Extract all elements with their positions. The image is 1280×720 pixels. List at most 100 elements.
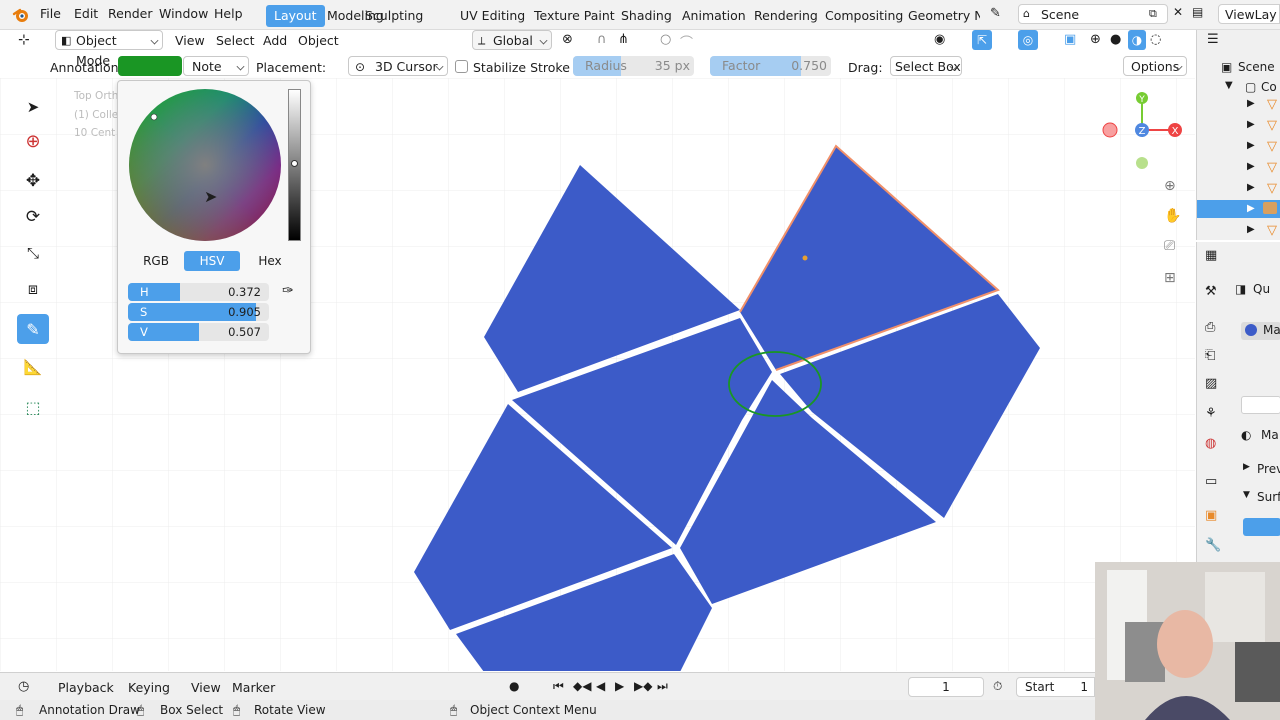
tab-shading[interactable]: Shading bbox=[613, 5, 680, 27]
collection-properties-icon[interactable]: ▭ bbox=[1205, 474, 1217, 489]
falloff-icon[interactable]: ⌒ bbox=[680, 32, 693, 51]
header-menu-view[interactable]: View bbox=[175, 33, 205, 48]
remove-scene-icon[interactable]: ✕ bbox=[1173, 5, 1183, 19]
next-keyframe-icon[interactable]: ▶◆ bbox=[634, 679, 652, 693]
rotate-tool-button[interactable]: ⟳ bbox=[17, 202, 49, 232]
expand-arrow-icon[interactable]: ▶ bbox=[1247, 161, 1255, 172]
tab-animation[interactable]: Animation bbox=[674, 5, 754, 27]
wireframe-shading-icon[interactable]: ⊕ bbox=[1090, 32, 1101, 47]
scene-properties-icon[interactable]: ⚘ bbox=[1205, 406, 1217, 421]
timeline-menu-view[interactable]: View bbox=[191, 680, 221, 695]
tab-layout[interactable]: Layout bbox=[266, 5, 325, 27]
record-icon[interactable]: ● bbox=[509, 679, 519, 693]
tab-rendering[interactable]: Rendering bbox=[746, 5, 826, 27]
expand-arrow-icon[interactable]: ▶ bbox=[1247, 182, 1255, 193]
mesh-object-icon[interactable]: ▽ bbox=[1267, 181, 1277, 196]
expand-arrow-icon[interactable]: ▼ bbox=[1225, 80, 1233, 91]
transform-orientation-dropdown[interactable]: ⟂ Global bbox=[472, 30, 552, 50]
expand-arrow-icon[interactable]: ▶ bbox=[1247, 140, 1255, 151]
mesh-object-icon[interactable]: ▽ bbox=[1267, 160, 1277, 175]
header-menu-select[interactable]: Select bbox=[216, 33, 255, 48]
material-data-field[interactable] bbox=[1241, 396, 1280, 414]
ortho-grid-icon[interactable]: ⊞ bbox=[1164, 270, 1176, 286]
snap-target-icon[interactable]: ⋔ bbox=[618, 32, 629, 47]
rendered-shading-icon[interactable]: ◌ bbox=[1150, 32, 1161, 47]
view-layer-properties-icon[interactable]: ▨ bbox=[1205, 376, 1217, 391]
scale-tool-button[interactable]: ⤡ bbox=[17, 238, 49, 268]
properties-editor-icon[interactable]: ▦ bbox=[1205, 248, 1217, 263]
move-tool-button[interactable]: ✥ bbox=[17, 166, 49, 196]
cursor-tool-button[interactable]: ⊕ bbox=[17, 126, 49, 156]
expand-arrow-icon[interactable]: ▼ bbox=[1243, 490, 1250, 500]
zoom-icon[interactable]: ⊕ bbox=[1164, 178, 1176, 194]
new-scene-icon[interactable]: ⧉ bbox=[1149, 7, 1157, 21]
annotate-tool-button[interactable]: ✎ bbox=[17, 314, 49, 344]
timeline-menu-marker[interactable]: Marker bbox=[232, 680, 275, 695]
select-tool-button[interactable]: ➤ bbox=[17, 92, 49, 122]
menu-edit[interactable]: Edit bbox=[74, 6, 98, 21]
mesh-object-icon[interactable]: ▽ bbox=[1267, 118, 1277, 133]
mesh-object-icon[interactable]: ▽ bbox=[1267, 223, 1277, 238]
jump-start-icon[interactable]: ⏮ bbox=[553, 679, 564, 694]
navigation-gizmo[interactable]: X Y Z bbox=[1098, 90, 1188, 174]
prev-keyframe-icon[interactable]: ◆◀ bbox=[573, 679, 591, 693]
menu-window[interactable]: Window bbox=[159, 6, 208, 21]
expand-arrow-icon[interactable]: ▶ bbox=[1247, 98, 1255, 109]
timeline-menu-keying[interactable]: Keying bbox=[128, 680, 170, 695]
view-layer-selector[interactable]: ViewLay bbox=[1218, 4, 1280, 24]
options-dropdown[interactable]: Options bbox=[1123, 56, 1187, 76]
render-properties-icon[interactable]: ⎙ bbox=[1205, 320, 1215, 335]
annotation-layer-dropdown[interactable]: Note bbox=[183, 56, 249, 76]
solid-shading-icon[interactable]: ● bbox=[1110, 32, 1121, 47]
tab-uv-editing[interactable]: UV Editing bbox=[452, 5, 533, 27]
stopwatch-icon[interactable]: ⏱ bbox=[993, 679, 1002, 694]
value-slider-bar[interactable] bbox=[288, 89, 301, 241]
snap-icon[interactable]: ∩ bbox=[597, 32, 607, 47]
editor-type-icon[interactable]: ⊹ bbox=[18, 32, 30, 48]
mesh-object-icon[interactable]: ▽ bbox=[1267, 139, 1277, 154]
transform-tool-button[interactable]: ⧈ bbox=[17, 274, 49, 304]
header-menu-object[interactable]: Object bbox=[298, 33, 339, 48]
scene-icon[interactable]: ✎ bbox=[990, 6, 1001, 21]
annotation-color-swatch[interactable] bbox=[118, 56, 182, 76]
drag-dropdown[interactable]: Select Box bbox=[890, 56, 962, 76]
overlays-toggle-icon[interactable]: ◎ bbox=[1018, 30, 1038, 50]
tab-rgb[interactable]: RGB bbox=[128, 251, 184, 271]
tab-sculpting[interactable]: Sculpting bbox=[357, 5, 431, 27]
outliner-item-collection[interactable]: Co bbox=[1261, 80, 1277, 94]
gizmo-toggle-icon[interactable]: ⇱ bbox=[972, 30, 992, 50]
xray-icon[interactable]: ▣ bbox=[1064, 32, 1076, 47]
tab-geometry-nodes[interactable]: Geometry No bbox=[900, 5, 980, 27]
current-frame-field[interactable]: 1 bbox=[908, 677, 984, 697]
color-wheel[interactable] bbox=[127, 87, 283, 243]
value-slider[interactable]: V 0.507 bbox=[128, 323, 269, 341]
start-frame-field[interactable]: Start 1 bbox=[1016, 677, 1095, 697]
expand-arrow-icon[interactable]: ▶ bbox=[1247, 203, 1255, 214]
menu-render[interactable]: Render bbox=[108, 6, 153, 21]
material-slot-row[interactable]: Ma bbox=[1241, 322, 1280, 340]
props-label-preview[interactable]: Prev bbox=[1257, 462, 1280, 476]
jump-end-icon[interactable]: ⏭ bbox=[657, 679, 668, 694]
outliner-editor-icon[interactable]: ☰ bbox=[1207, 32, 1219, 47]
mode-dropdown[interactable]: ◧ Object Mode bbox=[55, 30, 163, 68]
view-layer-icon[interactable]: ▤ bbox=[1192, 5, 1203, 19]
play-icon[interactable]: ▶ bbox=[615, 679, 624, 693]
hue-slider[interactable]: H 0.372 bbox=[128, 283, 269, 301]
tab-hex[interactable]: Hex bbox=[242, 251, 298, 271]
scene-selector[interactable]: ⌂ Scene ⧉ bbox=[1018, 4, 1168, 24]
saturation-slider[interactable]: S 0.905 bbox=[128, 303, 269, 321]
menu-help[interactable]: Help bbox=[214, 6, 243, 21]
tab-hsv[interactable]: HSV bbox=[184, 251, 240, 271]
placement-dropdown[interactable]: ⊙ 3D Cursor bbox=[348, 56, 448, 76]
camera-icon[interactable]: ⎚ bbox=[1164, 238, 1175, 254]
world-properties-icon[interactable]: ◍ bbox=[1205, 436, 1216, 451]
blender-logo-icon[interactable] bbox=[12, 6, 30, 24]
header-menu-add[interactable]: Add bbox=[263, 33, 287, 48]
factor-slider[interactable]: Factor 0.750 bbox=[710, 56, 831, 76]
expand-arrow-icon[interactable]: ▶ bbox=[1243, 462, 1250, 472]
pan-hand-icon[interactable]: ✋ bbox=[1164, 208, 1181, 224]
object-properties-icon[interactable]: ▣ bbox=[1205, 508, 1217, 523]
output-properties-icon[interactable]: ⎗ bbox=[1205, 348, 1215, 363]
add-cube-tool-button[interactable]: ⬚ bbox=[17, 392, 49, 422]
stabilize-checkbox[interactable] bbox=[455, 60, 468, 73]
